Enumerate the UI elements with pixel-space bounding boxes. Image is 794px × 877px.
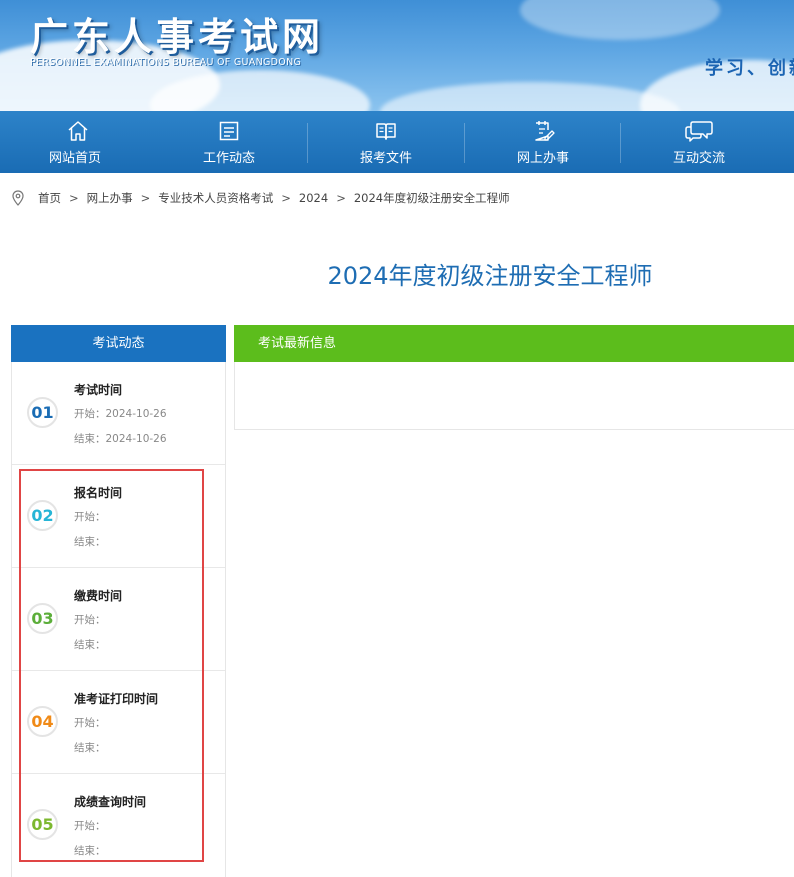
schedule-item-title: 成绩查询时间 bbox=[74, 795, 147, 809]
schedule-item-start: 开始： bbox=[74, 614, 106, 626]
exam-schedule-panel: 考试动态 01 考试时间 开始：2024-10-26 结束：2024-10-26… bbox=[11, 325, 226, 877]
breadcrumb-separator: > bbox=[281, 191, 291, 205]
schedule-item-title: 准考证打印时间 bbox=[74, 692, 159, 706]
exam-schedule-list: 01 考试时间 开始：2024-10-26 结束：2024-10-26 02 报… bbox=[11, 362, 226, 877]
exam-schedule-item-registration: 02 报名时间 开始： 结束： bbox=[12, 465, 225, 568]
step-number-badge: 05 bbox=[27, 809, 58, 840]
banner-cloud bbox=[520, 0, 720, 40]
nav-item-label: 工作动态 bbox=[202, 151, 255, 166]
schedule-item-end: 结束： bbox=[74, 845, 106, 857]
home-icon bbox=[68, 121, 88, 141]
book-icon bbox=[376, 123, 396, 140]
schedule-item-end: 结束：2024-10-26 bbox=[74, 433, 167, 445]
nav-item-label: 互动交流 bbox=[672, 151, 725, 166]
breadcrumb-separator: > bbox=[336, 191, 346, 205]
header-banner: 广东人事考试网 PERSONNEL EXAMINATIONS BUREAU OF… bbox=[0, 0, 794, 111]
exam-schedule-header: 考试动态 bbox=[11, 325, 226, 362]
nav-item-label: 网上办事 bbox=[516, 151, 569, 166]
breadcrumb-current-page: 2024年度初级注册安全工程师 bbox=[353, 191, 510, 205]
nav-item-label: 网站首页 bbox=[48, 151, 101, 166]
location-pin-icon bbox=[12, 190, 24, 206]
exam-schedule-item-exam-time: 01 考试时间 开始：2024-10-26 结束：2024-10-26 bbox=[12, 362, 225, 465]
nav-item-interaction[interactable]: 互动交流 bbox=[621, 111, 777, 173]
nav-item-work-news[interactable]: 工作动态 bbox=[151, 111, 307, 173]
step-number-badge: 02 bbox=[27, 500, 58, 531]
main-nav: 网站首页 工作动态 报考文件 网上办事 互动交流 bbox=[0, 111, 794, 173]
site-logo-subtitle: PERSONNEL EXAMINATIONS BUREAU OF GUANGDO… bbox=[30, 57, 302, 68]
nav-item-exam-docs[interactable]: 报考文件 bbox=[308, 111, 464, 173]
breadcrumb-year-link[interactable]: 2024 bbox=[299, 191, 328, 205]
breadcrumb: 首页 > 网上办事 > 专业技术人员资格考试 > 2024 > 2024年度初级… bbox=[12, 189, 510, 207]
nav-item-home[interactable]: 网站首页 bbox=[0, 111, 156, 173]
breadcrumb-separator: > bbox=[69, 191, 79, 205]
latest-exam-info-panel: 考试最新信息 bbox=[234, 325, 794, 430]
schedule-item-start: 开始： bbox=[74, 717, 106, 729]
schedule-item-end: 结束： bbox=[74, 742, 106, 754]
chat-icon bbox=[685, 121, 713, 142]
site-logo-title[interactable]: 广东人事考试网 bbox=[30, 6, 324, 61]
latest-exam-info-header: 考试最新信息 bbox=[234, 325, 794, 362]
schedule-item-start: 开始： bbox=[74, 820, 106, 832]
schedule-item-end: 结束： bbox=[74, 536, 106, 548]
banner-slogan: 学习、创新 bbox=[705, 58, 794, 79]
step-number-badge: 04 bbox=[27, 706, 58, 737]
latest-exam-info-body bbox=[234, 362, 794, 430]
schedule-item-title: 报名时间 bbox=[74, 486, 123, 500]
schedule-item-title: 缴费时间 bbox=[74, 589, 123, 603]
breadcrumb-home-link[interactable]: 首页 bbox=[38, 190, 61, 206]
schedule-item-start: 开始： bbox=[74, 511, 106, 523]
banner-cloud bbox=[380, 82, 680, 111]
nav-item-label: 报考文件 bbox=[359, 151, 412, 166]
news-icon bbox=[219, 121, 239, 141]
nav-item-online-services[interactable]: 网上办事 bbox=[465, 111, 621, 173]
schedule-item-start: 开始：2024-10-26 bbox=[74, 408, 167, 420]
schedule-item-title: 考试时间 bbox=[74, 383, 123, 397]
step-number-badge: 03 bbox=[27, 603, 58, 634]
exam-schedule-item-payment: 03 缴费时间 开始： 结束： bbox=[12, 568, 225, 671]
page-title: 2024年度初级注册安全工程师 bbox=[327, 262, 653, 290]
breadcrumb-separator: > bbox=[140, 191, 151, 205]
step-number-badge: 01 bbox=[27, 397, 58, 428]
breadcrumb-online-services-link[interactable]: 网上办事 bbox=[87, 190, 133, 206]
exam-schedule-item-admission-ticket: 04 准考证打印时间 开始： 结束： bbox=[12, 671, 225, 774]
clipboard-edit-icon bbox=[535, 121, 555, 141]
schedule-item-end: 结束： bbox=[74, 639, 106, 651]
exam-schedule-item-score-query: 05 成绩查询时间 开始： 结束： bbox=[12, 774, 225, 877]
breadcrumb-professional-exam-link[interactable]: 专业技术人员资格考试 bbox=[158, 190, 273, 206]
